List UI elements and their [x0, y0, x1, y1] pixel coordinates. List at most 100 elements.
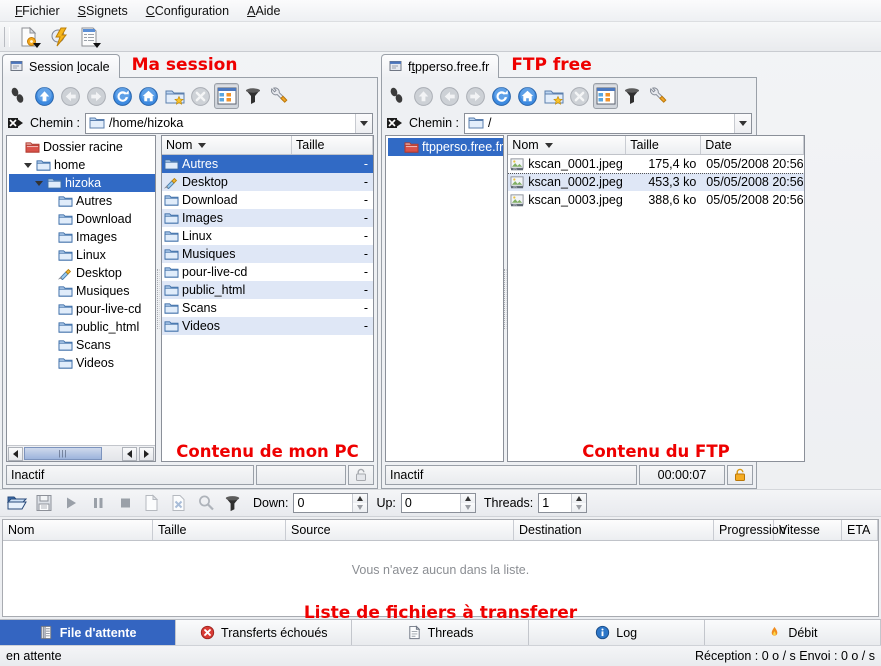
- nav-tree-toggle-button[interactable]: [214, 83, 239, 109]
- up-spin-buttons[interactable]: [460, 494, 475, 512]
- spin-down-button[interactable]: [353, 503, 367, 512]
- pause-button[interactable]: [85, 490, 110, 516]
- transfer-queue[interactable]: NomTailleSourceDestinationProgressionVit…: [2, 519, 879, 617]
- down-spin-buttons[interactable]: [352, 494, 367, 512]
- queue-column-header[interactable]: Vitesse: [774, 520, 842, 540]
- stop-button[interactable]: [112, 490, 137, 516]
- scroll-left-button-2[interactable]: [122, 447, 137, 461]
- tree-item[interactable]: Linux: [9, 246, 155, 264]
- column-header-nom[interactable]: Nom: [162, 136, 292, 154]
- nav-new-folder-button[interactable]: [541, 83, 566, 109]
- ftp-encryption-indicator[interactable]: [727, 465, 753, 485]
- quick-connect-button[interactable]: [45, 24, 73, 50]
- save-queue-button[interactable]: [31, 490, 56, 516]
- ftp-file-list[interactable]: Nom Taille Date JPGkscan_0001.jpeg175,4 …: [507, 135, 804, 462]
- tree-item[interactable]: Videos: [9, 354, 155, 372]
- file-row[interactable]: Linux-: [162, 227, 373, 245]
- column-header-nom[interactable]: Nom: [508, 136, 626, 154]
- file-row[interactable]: Download-: [162, 191, 373, 209]
- new-session-button[interactable]: [15, 24, 43, 50]
- nav-filter-button[interactable]: [240, 83, 265, 109]
- local-folder-tree[interactable]: Dossier racinehomehizokaAutresDownloadIm…: [6, 135, 156, 462]
- threads-stepper[interactable]: [538, 493, 587, 513]
- file-row[interactable]: Desktop-: [162, 173, 373, 191]
- path-dropdown-button[interactable]: [355, 114, 372, 133]
- queue-column-header[interactable]: Taille: [153, 520, 286, 540]
- bookmarks-button[interactable]: [75, 24, 103, 50]
- nav-settings-button[interactable]: [266, 83, 291, 109]
- queue-column-header[interactable]: ETA: [842, 520, 878, 540]
- nav-home-button[interactable]: [515, 83, 540, 109]
- menu-item-fichier[interactable]: FFichier: [6, 2, 69, 20]
- nav-new-folder-button[interactable]: [162, 83, 187, 109]
- tree-item[interactable]: pour-live-cd: [9, 300, 155, 318]
- nav-reload-button[interactable]: [110, 83, 135, 109]
- twisty-open-icon[interactable]: [33, 181, 44, 186]
- local-encryption-indicator[interactable]: [348, 465, 374, 485]
- tree-item[interactable]: hizoka: [9, 174, 155, 192]
- file-row[interactable]: JPGkscan_0002.jpeg453,3 ko05/05/2008 20:…: [508, 173, 803, 191]
- spin-down-button[interactable]: [461, 503, 475, 512]
- local-tree-hscrollbar[interactable]: |||: [7, 445, 155, 461]
- ftp-path-combo[interactable]: /: [464, 113, 752, 134]
- menu-item-configuration[interactable]: CConfiguration: [137, 2, 238, 20]
- bottom-tab-file-d-attente[interactable]: File d'attente: [0, 620, 176, 645]
- down-limit-stepper[interactable]: [293, 493, 368, 513]
- open-queue-button[interactable]: [4, 490, 29, 516]
- nav-up-button[interactable]: [32, 83, 57, 109]
- toolbar-grip[interactable]: [4, 27, 10, 47]
- ftp-folder-tree[interactable]: ftpperso.free.fr: [385, 135, 504, 462]
- file-row[interactable]: Images-: [162, 209, 373, 227]
- nav-home-button[interactable]: [136, 83, 161, 109]
- nav-filter-button[interactable]: [619, 83, 644, 109]
- tree-item[interactable]: Dossier racine: [9, 138, 155, 156]
- queue-column-header[interactable]: Progression: [714, 520, 774, 540]
- scroll-right-button[interactable]: [139, 447, 154, 461]
- twisty-open-icon[interactable]: [22, 163, 33, 168]
- spin-down-button[interactable]: [572, 503, 586, 512]
- tree-item[interactable]: Download: [9, 210, 155, 228]
- start-button[interactable]: [58, 490, 83, 516]
- tree-item[interactable]: ftpperso.free.fr: [388, 138, 503, 156]
- column-header-taille[interactable]: Taille: [626, 136, 701, 154]
- bottom-tab-log[interactable]: Log: [529, 620, 705, 645]
- up-limit-stepper[interactable]: [401, 493, 476, 513]
- file-row[interactable]: public_html-: [162, 281, 373, 299]
- queue-column-header[interactable]: Destination: [514, 520, 714, 540]
- nav-tree-toggle-button[interactable]: [593, 83, 618, 109]
- file-row[interactable]: Musiques-: [162, 245, 373, 263]
- column-header-date[interactable]: Date: [701, 136, 803, 154]
- menu-item-signets[interactable]: SSignets: [69, 2, 137, 20]
- column-header-taille[interactable]: Taille: [292, 136, 373, 154]
- tree-item[interactable]: home: [9, 156, 155, 174]
- file-row[interactable]: pour-live-cd-: [162, 263, 373, 281]
- nav-reload-button[interactable]: [489, 83, 514, 109]
- file-row[interactable]: JPGkscan_0003.jpeg388,6 ko05/05/2008 20:…: [508, 191, 803, 209]
- file-row[interactable]: Autres-: [162, 155, 373, 173]
- file-row[interactable]: Scans-: [162, 299, 373, 317]
- hscroll-thumb[interactable]: |||: [24, 447, 102, 460]
- local-path-combo[interactable]: /home/hizoka: [85, 113, 373, 134]
- nav-connect-button[interactable]: [6, 83, 31, 109]
- tab-session-locale[interactable]: Session locale: [2, 54, 120, 78]
- scroll-left-button[interactable]: [8, 447, 23, 461]
- spin-up-button[interactable]: [461, 494, 475, 503]
- queue-column-header[interactable]: Nom: [3, 520, 153, 540]
- nav-connect-button[interactable]: [385, 83, 410, 109]
- file-row[interactable]: JPGkscan_0001.jpeg175,4 ko05/05/2008 20:…: [508, 155, 803, 173]
- file-row[interactable]: Videos-: [162, 317, 373, 335]
- tab-ftpperso-free-fr[interactable]: ftpperso.free.fr: [381, 54, 499, 78]
- local-file-list[interactable]: Nom Taille Autres-Desktop-Download-Image…: [161, 135, 374, 462]
- bottom-tab-threads[interactable]: Threads: [352, 620, 528, 645]
- filter-queue-button[interactable]: [220, 490, 245, 516]
- tree-item[interactable]: Musiques: [9, 282, 155, 300]
- bottom-tab-transferts-chou-s[interactable]: Transferts échoués: [176, 620, 352, 645]
- tree-item[interactable]: Scans: [9, 336, 155, 354]
- bottom-tab-d-bit[interactable]: Débit: [705, 620, 881, 645]
- spin-up-button[interactable]: [353, 494, 367, 503]
- tree-item[interactable]: Autres: [9, 192, 155, 210]
- spin-up-button[interactable]: [572, 494, 586, 503]
- nav-settings-button[interactable]: [645, 83, 670, 109]
- queue-column-header[interactable]: Source: [286, 520, 514, 540]
- threads-spin-buttons[interactable]: [571, 494, 586, 512]
